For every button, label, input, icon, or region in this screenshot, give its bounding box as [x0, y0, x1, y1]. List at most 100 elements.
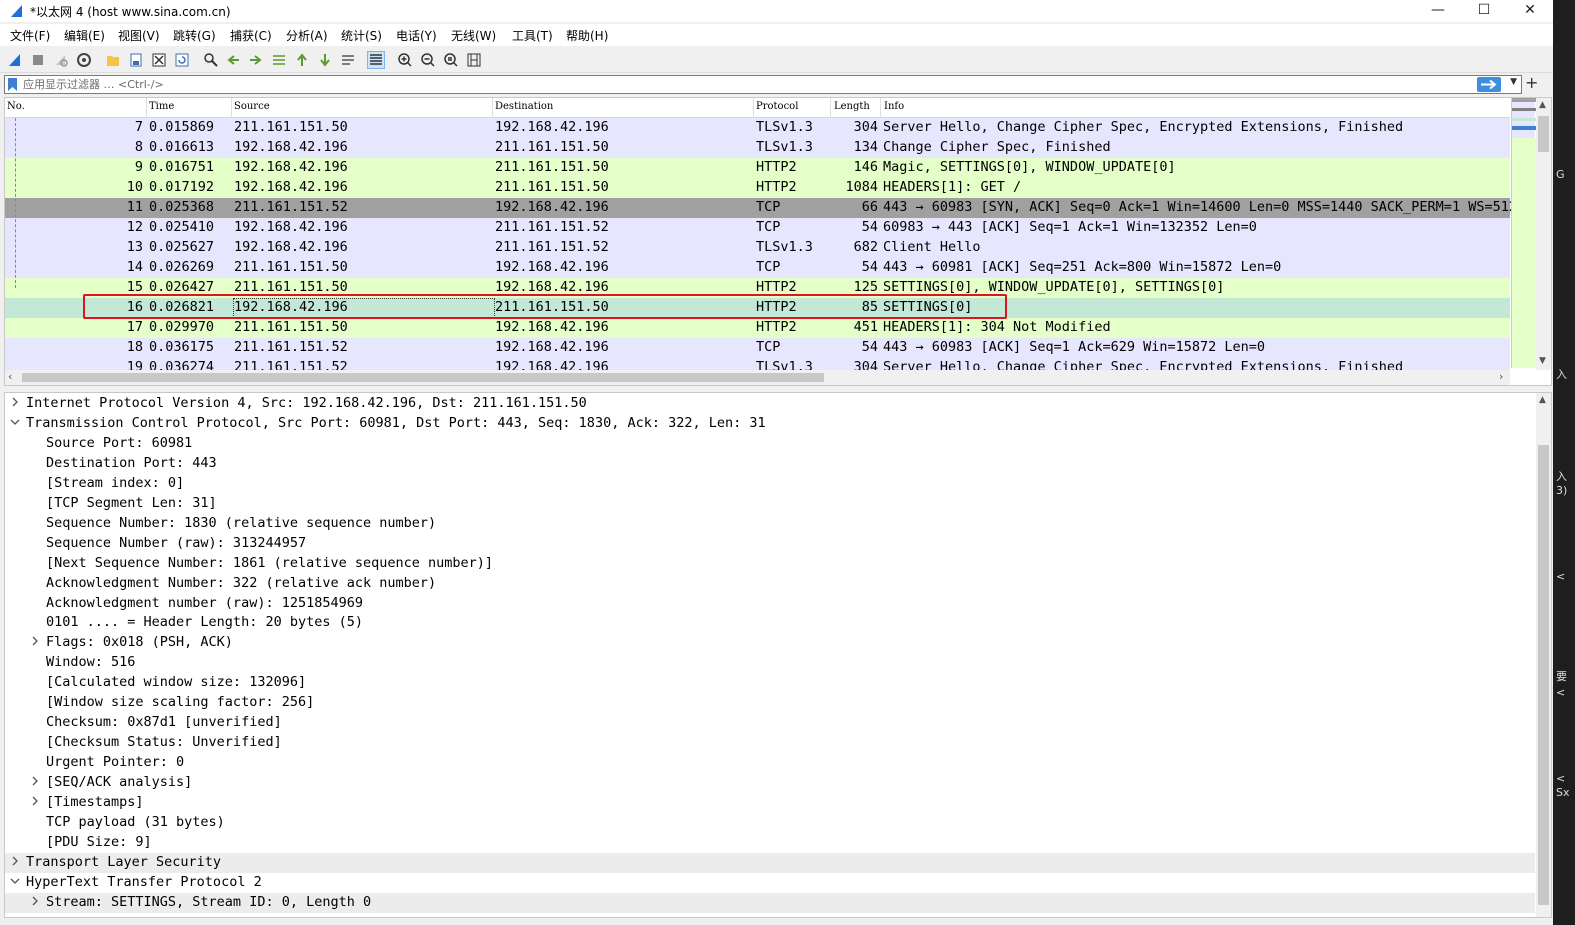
- column-header-no[interactable]: No.: [7, 101, 25, 112]
- packet-row[interactable]: 18 0.036175 211.161.151.52 192.168.42.196 TC…: [5, 338, 1510, 358]
- detail-tree-item[interactable]: HyperText Transfer Protocol 2: [5, 873, 1535, 893]
- detail-tree-item[interactable]: Acknowledgment number (raw): 1251854969: [5, 594, 1535, 614]
- maximize-button[interactable]: ☐: [1461, 0, 1507, 22]
- minimize-button[interactable]: —: [1415, 0, 1461, 22]
- menu-capture[interactable]: 捕获(C): [230, 27, 272, 44]
- close-file-icon[interactable]: [150, 51, 168, 69]
- chevron-down-icon[interactable]: [10, 876, 20, 886]
- packet-row[interactable]: 13 0.025627 192.168.42.196 211.161.151.52 TL…: [5, 238, 1510, 258]
- bookmark-icon[interactable]: [8, 78, 17, 91]
- chevron-right-icon[interactable]: [30, 796, 40, 806]
- detail-tree-item[interactable]: [Window size scaling factor: 256]: [5, 693, 1535, 713]
- detail-tree-item[interactable]: Internet Protocol Version 4, Src: 192.16…: [5, 394, 1535, 414]
- detail-tree-item[interactable]: [Timestamps]: [5, 793, 1535, 813]
- column-header-time[interactable]: Time: [149, 101, 174, 112]
- detail-tree-item[interactable]: [Calculated window size: 132096]: [5, 673, 1535, 693]
- go-forward-icon[interactable]: [247, 51, 265, 69]
- menu-statistics[interactable]: 统计(S): [341, 27, 382, 44]
- packet-row[interactable]: 11 0.025368 211.161.151.52 192.168.42.196 TC…: [5, 198, 1517, 218]
- menu-analyze[interactable]: 分析(A): [286, 27, 328, 44]
- packet-minimap[interactable]: [1511, 98, 1536, 368]
- stop-icon[interactable]: [29, 51, 47, 69]
- go-first-icon[interactable]: [293, 51, 311, 69]
- colorize-icon[interactable]: [367, 51, 385, 69]
- packet-list-horizontal-scrollbar[interactable]: ‹ ›: [5, 370, 1510, 385]
- detail-tree-item[interactable]: Checksum: 0x87d1 [unverified]: [5, 713, 1535, 733]
- menu-help[interactable]: 帮助(H): [566, 27, 608, 44]
- packet-row[interactable]: 17 0.029970 211.161.151.50 192.168.42.196 HT…: [5, 318, 1510, 338]
- menu-go[interactable]: 跳转(G): [173, 27, 216, 44]
- zoom-in-icon[interactable]: [396, 51, 414, 69]
- column-header-length[interactable]: Length: [834, 101, 870, 112]
- chevron-down-icon[interactable]: [10, 417, 20, 427]
- scroll-left-icon[interactable]: ‹: [8, 370, 12, 383]
- chevron-right-icon[interactable]: [30, 636, 40, 646]
- detail-tree-item[interactable]: Source Port: 60981: [5, 434, 1535, 454]
- details-scroll-thumb[interactable]: [1538, 445, 1549, 905]
- column-header-protocol[interactable]: Protocol: [756, 101, 798, 112]
- apply-filter-arrow-icon[interactable]: [1477, 77, 1501, 92]
- detail-tree-item[interactable]: Urgent Pointer: 0: [5, 753, 1535, 773]
- filter-history-dropdown-icon[interactable]: ▼: [1510, 77, 1517, 87]
- column-header-info[interactable]: Info: [884, 101, 904, 112]
- packet-row[interactable]: 10 0.017192 192.168.42.196 211.161.151.50 HT…: [5, 178, 1510, 198]
- detail-tree-item[interactable]: Transport Layer Security: [5, 852, 1535, 873]
- chevron-right-icon[interactable]: [30, 776, 40, 786]
- resize-columns-icon[interactable]: [465, 51, 483, 69]
- detail-tree-item[interactable]: [Checksum Status: Unverified]: [5, 733, 1535, 753]
- detail-tree-item[interactable]: TCP payload (31 bytes): [5, 813, 1535, 833]
- column-header-destination[interactable]: Destination: [495, 101, 553, 112]
- detail-tree-item[interactable]: 0101 .... = Header Length: 20 bytes (5): [5, 613, 1535, 633]
- go-back-icon[interactable]: [224, 51, 242, 69]
- menu-file[interactable]: 文件(F): [10, 27, 50, 44]
- menu-tools[interactable]: 工具(T): [512, 27, 553, 44]
- packet-row[interactable]: 7 0.015869 211.161.151.50 192.168.42.196 TLS…: [5, 118, 1510, 138]
- packet-row[interactable]: 14 0.026269 211.161.151.50 192.168.42.196 TC…: [5, 258, 1510, 278]
- chevron-right-icon[interactable]: [10, 397, 20, 407]
- autoscroll-icon[interactable]: [339, 51, 357, 69]
- detail-tree-item[interactable]: Window: 516: [5, 653, 1535, 673]
- packet-list-vertical-scrollbar[interactable]: ▲ ▼: [1536, 98, 1551, 370]
- horizontal-scroll-thumb[interactable]: [22, 373, 824, 382]
- close-button[interactable]: ✕: [1507, 0, 1553, 22]
- find-packet-icon[interactable]: [202, 51, 220, 69]
- go-last-icon[interactable]: [316, 51, 334, 69]
- details-vertical-scrollbar[interactable]: ▲: [1536, 393, 1551, 917]
- open-file-icon[interactable]: [104, 51, 122, 69]
- shark-fin-start-icon[interactable]: [6, 51, 24, 69]
- add-filter-button[interactable]: +: [1525, 73, 1538, 92]
- details-scroll-up-icon[interactable]: ▲: [1539, 395, 1546, 405]
- scroll-up-icon[interactable]: ▲: [1539, 100, 1546, 110]
- reload-file-icon[interactable]: [173, 51, 191, 69]
- detail-tree-item[interactable]: Flags: 0x018 (PSH, ACK): [5, 633, 1535, 653]
- detail-tree-item[interactable]: Acknowledgment Number: 322 (relative ack…: [5, 574, 1535, 594]
- chevron-right-icon[interactable]: [30, 896, 40, 906]
- chevron-right-icon[interactable]: [10, 856, 20, 866]
- restart-icon[interactable]: [52, 51, 70, 69]
- menu-telephony[interactable]: 电话(Y): [396, 27, 437, 44]
- capture-options-icon[interactable]: [75, 51, 93, 69]
- menu-edit[interactable]: 编辑(E): [64, 27, 105, 44]
- save-file-icon[interactable]: [127, 51, 145, 69]
- zoom-out-icon[interactable]: [419, 51, 437, 69]
- column-header-source[interactable]: Source: [234, 101, 270, 112]
- detail-tree-item[interactable]: Sequence Number (raw): 313244957: [5, 534, 1535, 554]
- detail-tree-item[interactable]: Sequence Number: 1830 (relative sequence…: [5, 514, 1535, 534]
- go-to-packet-icon[interactable]: [270, 51, 288, 69]
- packet-row[interactable]: 12 0.025410 192.168.42.196 211.161.151.52 TC…: [5, 218, 1510, 238]
- display-filter-input[interactable]: [23, 77, 1463, 92]
- detail-tree-item[interactable]: Stream: SETTINGS, Stream ID: 0, Length 0: [5, 892, 1535, 913]
- detail-tree-item[interactable]: [SEQ/ACK analysis]: [5, 773, 1535, 793]
- menu-wireless[interactable]: 无线(W): [451, 27, 496, 44]
- detail-tree-item[interactable]: Destination Port: 443: [5, 454, 1535, 474]
- scroll-right-icon[interactable]: ›: [1499, 370, 1503, 383]
- zoom-normal-icon[interactable]: [442, 51, 460, 69]
- detail-tree-item[interactable]: [PDU Size: 9]: [5, 833, 1535, 853]
- packet-row[interactable]: 9 0.016751 192.168.42.196 211.161.151.50 HTT…: [5, 158, 1510, 178]
- detail-tree-item[interactable]: [Next Sequence Number: 1861 (relative se…: [5, 554, 1535, 574]
- packet-list-scroll-thumb[interactable]: [1538, 116, 1549, 152]
- detail-tree-item[interactable]: [Stream index: 0]: [5, 474, 1535, 494]
- packet-row[interactable]: 8 0.016613 192.168.42.196 211.161.151.50 TLS…: [5, 138, 1510, 158]
- menu-view[interactable]: 视图(V): [118, 27, 160, 44]
- detail-tree-item[interactable]: Transmission Control Protocol, Src Port:…: [5, 414, 1535, 434]
